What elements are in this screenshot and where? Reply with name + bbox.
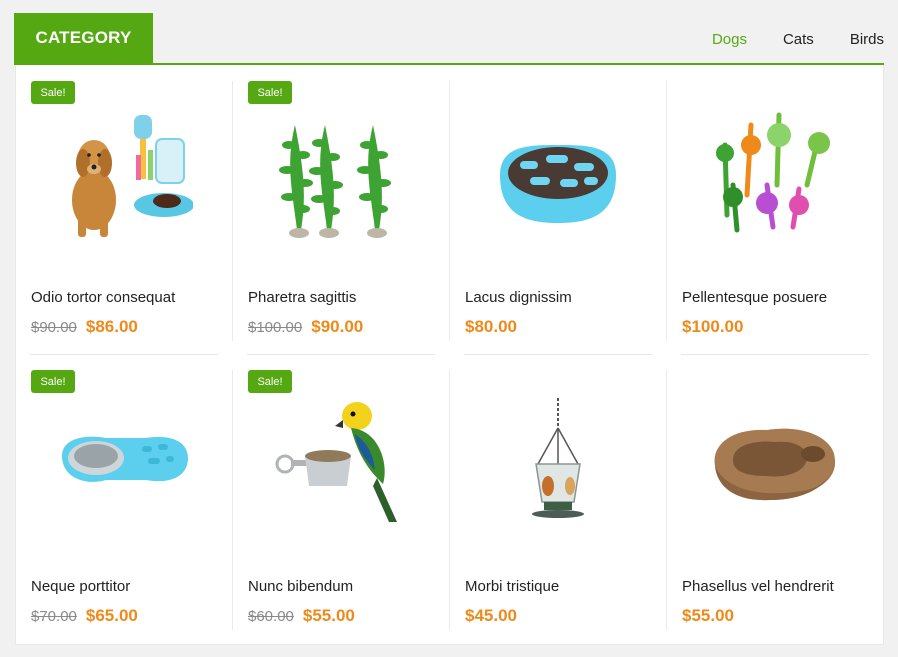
sale-badge: Sale! <box>248 370 292 393</box>
price: $100.00 <box>682 317 744 336</box>
filter-tab-dogs[interactable]: Dogs <box>712 31 747 48</box>
filter-tab-cats[interactable]: Cats <box>783 31 814 48</box>
product-name[interactable]: Lacus dignissim <box>465 289 572 306</box>
old-price: $100.00 <box>248 319 303 336</box>
sale-badge: Sale! <box>31 81 75 104</box>
price: $55.00 <box>682 606 734 625</box>
double-pet-bowl-icon[interactable] <box>56 394 193 534</box>
sale-price: $90.00 <box>311 317 364 336</box>
product-prices: $100.00 $90.00 <box>248 317 363 337</box>
sale-price: $65.00 <box>85 606 138 625</box>
dog-water-feeder-icon[interactable] <box>56 105 193 245</box>
category-filter-tabs: Dogs Cats Birds <box>676 31 884 48</box>
product-prices: $55.00 <box>682 606 734 626</box>
product-name[interactable]: Morbi tristique <box>465 578 559 595</box>
colorful-aquarium-plants-icon[interactable] <box>707 105 844 245</box>
category-title: CATEGORY <box>14 13 153 63</box>
product-card[interactable]: Lacus dignissim $80.00 <box>450 65 667 355</box>
product-prices: $80.00 <box>465 317 517 337</box>
product-prices: $90.00 $86.00 <box>31 317 138 337</box>
product-card[interactable]: Sale! Pharetra sagittis $100.00 $90.00 <box>233 65 450 355</box>
product-name[interactable]: Odio tortor consequat <box>31 289 175 306</box>
product-name[interactable]: Neque porttitor <box>31 578 130 595</box>
product-prices: $60.00 $55.00 <box>248 606 355 626</box>
slow-feeder-bowl-icon[interactable] <box>490 105 627 245</box>
product-prices: $70.00 $65.00 <box>31 606 138 626</box>
product-card[interactable]: Sale! Neque porttitor $70.00 $65.00 <box>16 354 233 643</box>
product-name[interactable]: Phasellus vel hendrerit <box>682 578 834 595</box>
product-card[interactable]: Phasellus vel hendrerit $55.00 <box>667 354 884 643</box>
category-header: CATEGORY Dogs Cats Birds <box>14 13 884 65</box>
product-prices: $100.00 <box>682 317 743 337</box>
price: $80.00 <box>465 317 517 336</box>
product-grid: Sale! Odio tortor consequat $90.00 $86.0… <box>15 65 884 645</box>
old-price: $60.00 <box>248 608 294 625</box>
product-card[interactable]: Sale! Nunc bibendum $60.00 $55.00 <box>233 354 450 643</box>
sale-badge: Sale! <box>31 370 75 393</box>
product-card[interactable]: Morbi tristique $45.00 <box>450 354 667 643</box>
price: $45.00 <box>465 606 517 625</box>
reptile-rock-dish-icon[interactable] <box>707 394 844 534</box>
sale-badge: Sale! <box>248 81 292 104</box>
sale-price: $86.00 <box>85 317 138 336</box>
product-name[interactable]: Pharetra sagittis <box>248 289 356 306</box>
product-name[interactable]: Nunc bibendum <box>248 578 353 595</box>
parrot-feeder-cup-icon[interactable] <box>273 394 410 534</box>
filter-tab-birds[interactable]: Birds <box>850 31 884 48</box>
product-name[interactable]: Pellentesque posuere <box>682 289 827 306</box>
aquarium-plants-icon[interactable] <box>273 105 410 245</box>
old-price: $90.00 <box>31 319 77 336</box>
product-card[interactable]: Sale! Odio tortor consequat $90.00 $86.0… <box>16 65 233 355</box>
old-price: $70.00 <box>31 608 77 625</box>
sale-price: $55.00 <box>302 606 355 625</box>
product-card[interactable]: Pellentesque posuere $100.00 <box>667 65 884 355</box>
hanging-bird-feeder-icon[interactable] <box>490 394 627 534</box>
product-prices: $45.00 <box>465 606 517 626</box>
